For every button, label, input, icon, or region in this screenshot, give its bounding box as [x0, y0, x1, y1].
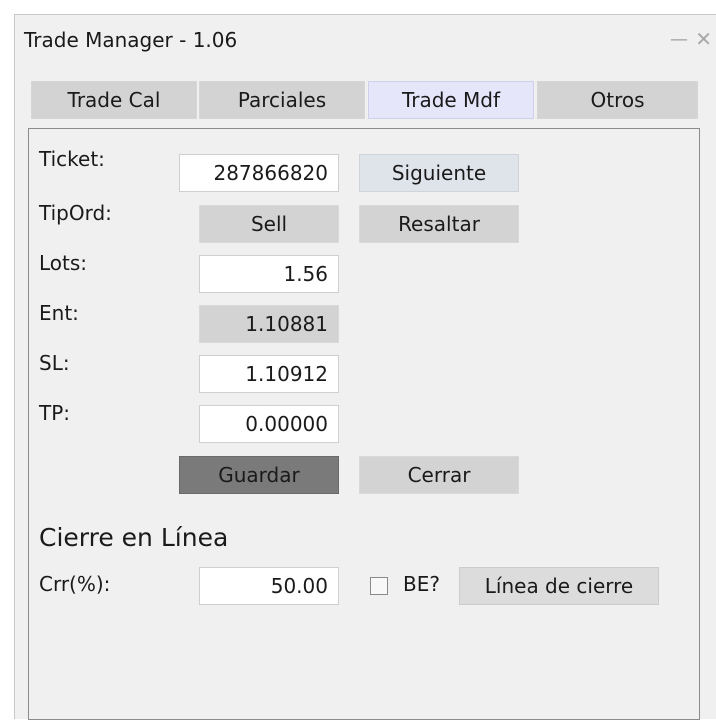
- trade-manager-window: Trade Manager - 1.06 — ✕ Trade Cal Parci…: [14, 14, 716, 720]
- cierre-heading: Cierre en Línea: [39, 523, 229, 552]
- entry-label: Ent:: [39, 301, 79, 325]
- crr-percent-input[interactable]: 50.00: [199, 567, 339, 605]
- close-trade-button[interactable]: Cerrar: [359, 456, 519, 494]
- crr-label: Crr(%):: [39, 572, 111, 596]
- next-button[interactable]: Siguiente: [359, 154, 519, 192]
- sl-label: SL:: [39, 351, 70, 375]
- close-icon[interactable]: ✕: [695, 27, 712, 51]
- highlight-button[interactable]: Resaltar: [359, 205, 519, 243]
- close-line-button[interactable]: Línea de cierre: [459, 567, 659, 605]
- entry-price-field: 1.10881: [199, 305, 339, 343]
- title-bar[interactable]: Trade Manager - 1.06 — ✕: [15, 15, 716, 67]
- save-button[interactable]: Guardar: [179, 456, 339, 494]
- take-profit-input[interactable]: 0.00000: [199, 405, 339, 443]
- ticket-input[interactable]: 287866820: [179, 154, 339, 192]
- tipord-label: TipOrd:: [39, 201, 112, 225]
- tab-otros[interactable]: Otros: [537, 81, 698, 119]
- minimize-icon[interactable]: —: [670, 29, 688, 50]
- trade-mdf-panel: Ticket: 287866820 Siguiente TipOrd: Sell…: [28, 128, 700, 720]
- window-title: Trade Manager - 1.06: [24, 28, 238, 52]
- stop-loss-input[interactable]: 1.10912: [199, 355, 339, 393]
- lots-input[interactable]: 1.56: [199, 255, 339, 293]
- be-checkbox[interactable]: [370, 577, 388, 595]
- tab-trade-mdf[interactable]: Trade Mdf: [368, 81, 534, 119]
- tab-trade-cal[interactable]: Trade Cal: [31, 81, 197, 119]
- tab-parciales[interactable]: Parciales: [199, 81, 365, 119]
- order-type-button[interactable]: Sell: [199, 205, 339, 243]
- be-label: BE?: [403, 572, 440, 596]
- ticket-label: Ticket:: [39, 147, 105, 171]
- lots-label: Lots:: [39, 251, 88, 275]
- tp-label: TP:: [39, 401, 71, 425]
